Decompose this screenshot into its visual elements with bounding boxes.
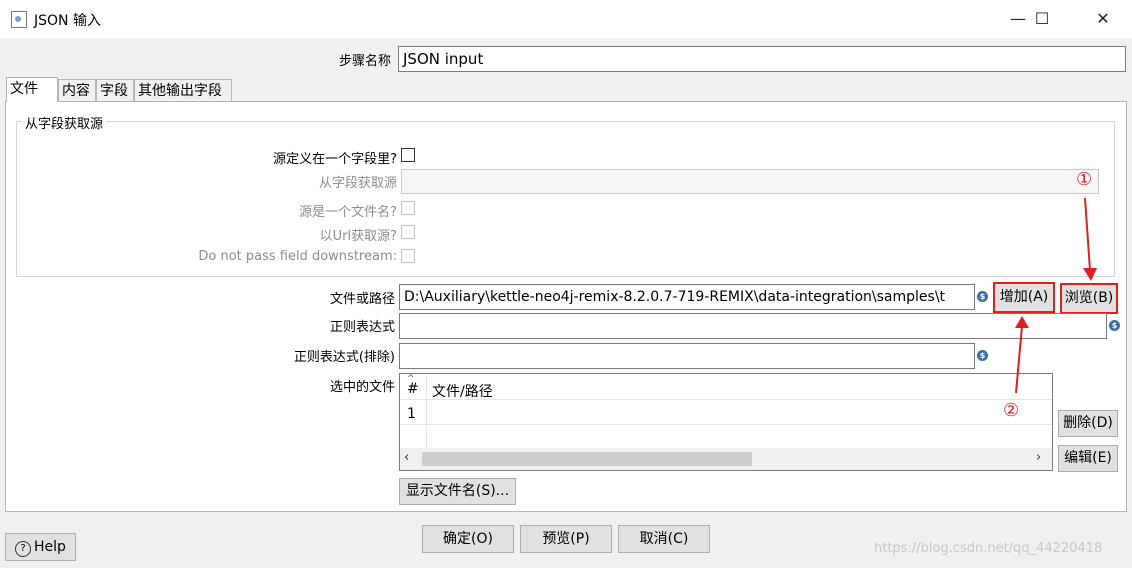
arrow-one-line <box>1084 197 1091 271</box>
arrow-two-head <box>1015 316 1029 328</box>
watermark: https://blog.csdn.net/qq_44220418 <box>874 541 1103 556</box>
arrow-one-head <box>1083 268 1097 281</box>
arrow-two-line <box>1015 325 1023 394</box>
annotation-arrows <box>1015 197 1097 394</box>
